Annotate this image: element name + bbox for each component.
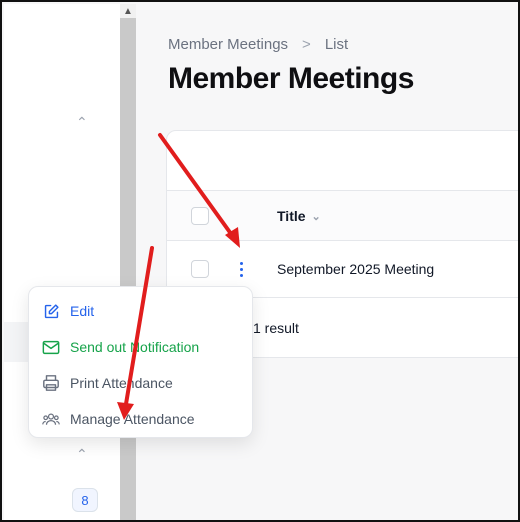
pencil-square-icon: [42, 302, 60, 320]
menu-item-manage-attendance[interactable]: Manage Attendance: [29, 401, 252, 437]
scroll-up-arrow-icon[interactable]: ▲: [120, 4, 136, 18]
menu-item-label: Send out Notification: [70, 339, 200, 355]
sort-chevron-down-icon: ⌄: [311, 210, 321, 223]
sidebar-scrollbar[interactable]: ▲: [120, 4, 136, 520]
breadcrumb-separator: >: [302, 36, 311, 53]
row-title-cell[interactable]: September 2025 Meeting: [277, 261, 434, 277]
menu-item-label: Edit: [70, 303, 95, 319]
breadcrumb: Member Meetings > List: [168, 36, 348, 53]
result-count: 1 result: [253, 320, 299, 336]
menu-item-print-attendance[interactable]: Print Attendance: [29, 365, 252, 401]
menu-item-send-notification[interactable]: Send out Notification: [29, 329, 252, 365]
table-toolbar: [167, 131, 518, 191]
column-header-label: Title: [277, 208, 306, 224]
printer-icon: [42, 374, 60, 392]
breadcrumb-current: List: [324, 36, 349, 53]
scrollbar-thumb[interactable]: [120, 18, 136, 520]
chevron-up-icon[interactable]: ⌃: [76, 446, 88, 463]
table-header-row: Title ⌄: [167, 191, 518, 241]
sidebar-count-badge: 8: [72, 488, 98, 512]
main-content: Member Meetings > List Member Meetings T…: [136, 4, 518, 520]
row-action-menu: Edit Send out Notification Print Attenda…: [28, 286, 253, 438]
chevron-up-icon[interactable]: ⌃: [76, 114, 88, 131]
menu-item-label: Print Attendance: [70, 375, 173, 391]
menu-item-edit[interactable]: Edit: [29, 293, 252, 329]
sidebar: ⌃ ⌃ 8: [4, 4, 120, 520]
column-header-title[interactable]: Title ⌄: [277, 208, 321, 224]
row-actions-kebab-icon[interactable]: [233, 259, 249, 279]
row-select-checkbox[interactable]: [191, 260, 209, 278]
menu-item-label: Manage Attendance: [70, 411, 195, 427]
screenshot-frame: ⌃ ⌃ 8 ▲ Member Meetings > List Member Me…: [0, 0, 520, 522]
page-title: Member Meetings: [168, 62, 414, 95]
breadcrumb-parent-link[interactable]: Member Meetings: [168, 36, 288, 53]
envelope-icon: [42, 338, 60, 356]
select-all-checkbox[interactable]: [191, 207, 209, 225]
user-group-icon: [42, 410, 60, 428]
